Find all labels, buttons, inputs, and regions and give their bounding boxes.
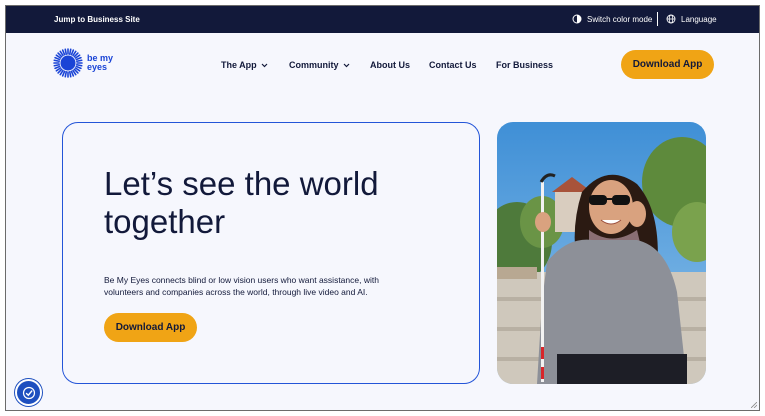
- be-my-eyes-logo[interactable]: be my eyes: [53, 48, 113, 78]
- download-app-button-hero[interactable]: Download App: [104, 313, 197, 342]
- download-app-button-header[interactable]: Download App: [621, 50, 714, 79]
- browser-viewport: Jump to Business Site Switch color mode …: [5, 5, 760, 411]
- nav-item-about-us[interactable]: About Us: [370, 60, 410, 70]
- nav-item-the-app[interactable]: The App: [221, 60, 268, 70]
- hero-description: Be My Eyes connects blind or low vision …: [104, 274, 379, 297]
- color-mode-icon: [572, 14, 582, 24]
- resize-grip-icon[interactable]: [751, 402, 757, 408]
- language-button[interactable]: Language: [666, 14, 717, 24]
- nav-label: The App: [221, 60, 257, 70]
- divider: [657, 12, 658, 26]
- accessibility-widget-button[interactable]: [15, 379, 42, 406]
- hero-title: Let’s see the world together: [104, 165, 379, 240]
- logo-text: be my eyes: [87, 53, 114, 72]
- color-mode-label: Switch color mode: [587, 14, 653, 24]
- nav-label: About Us: [370, 60, 410, 70]
- nav-item-community[interactable]: Community: [289, 60, 350, 70]
- hero-card: Let’s see the world together Be My Eyes …: [62, 122, 480, 384]
- hero-illustration: [497, 122, 706, 384]
- switch-color-mode-button[interactable]: Switch color mode: [572, 14, 652, 24]
- nav-label: Community: [289, 60, 339, 70]
- logo-sunburst-icon: [53, 48, 83, 78]
- chevron-down-icon: [261, 63, 268, 67]
- nav-label: For Business: [496, 60, 554, 70]
- top-utility-bar: Jump to Business Site Switch color mode …: [6, 6, 759, 33]
- jump-to-business-link[interactable]: Jump to Business Site: [54, 15, 140, 24]
- nav-item-for-business[interactable]: For Business: [496, 60, 553, 70]
- chevron-down-icon: [343, 63, 349, 67]
- language-label: Language: [681, 14, 717, 24]
- globe-icon: [666, 14, 676, 24]
- accessibility-icon: [22, 386, 35, 399]
- hero-photo: [497, 122, 706, 384]
- nav-label: Contact Us: [429, 60, 477, 70]
- nav-item-contact-us[interactable]: Contact Us: [429, 60, 477, 70]
